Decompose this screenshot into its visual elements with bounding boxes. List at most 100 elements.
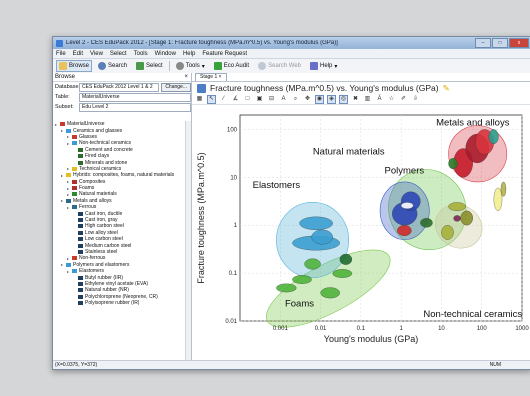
pointer-icon[interactable]: ↖ <box>207 94 216 104</box>
font-icon[interactable]: Ä <box>375 95 384 104</box>
tree-node[interactable]: ▸ Hybrids: composites, foams, natural mat… <box>53 172 185 178</box>
expand-arrow-icon[interactable]: ▸ <box>67 256 70 261</box>
menu-window[interactable]: Window <box>155 51 176 57</box>
bar-chart-icon[interactable]: ▥ <box>363 95 372 104</box>
search-web-button[interactable]: Search Web <box>255 60 304 72</box>
table-select[interactable]: MaterialUniverse <box>79 92 191 102</box>
eco-audit-label: Eco Audit <box>223 63 250 69</box>
material-bubble <box>441 225 454 240</box>
material-bubble <box>299 216 333 231</box>
chart-pane: Stage 1 × Fracture toughness (MPa.m^0.5)… <box>192 73 530 361</box>
folder-icon <box>78 250 83 254</box>
expand-arrow-icon[interactable]: ▸ <box>61 198 64 203</box>
menu-help[interactable]: Help <box>183 51 195 57</box>
expand-arrow-icon[interactable]: ▸ <box>67 205 70 210</box>
subset-label: Subset: <box>55 104 74 110</box>
folder-icon <box>72 256 77 261</box>
browse-pane-header: Browse × <box>53 73 191 82</box>
chevron-down-icon: ▾ <box>334 63 338 70</box>
expand-arrow-icon[interactable]: ▸ <box>67 186 70 191</box>
close-icon[interactable]: × <box>219 74 222 80</box>
tree-node-label: Polyisoprene rubber (IR) <box>85 300 140 307</box>
menu-view[interactable]: View <box>90 51 103 57</box>
material-bubble <box>460 210 473 226</box>
bubble-icon[interactable]: ▣ <box>255 95 264 104</box>
expand-arrow-icon[interactable]: ▸ <box>67 179 70 184</box>
select-icon <box>136 62 145 70</box>
ashby-chart[interactable]: 0.001 0.01 0.1 1 10 100 1000 100 10 1 0.1 0.01 Young… <box>192 105 530 361</box>
cross-icon[interactable]: ✖ <box>351 95 360 104</box>
envelope-icon[interactable]: ⊟ <box>267 95 276 104</box>
menu-tools[interactable]: Tools <box>134 51 148 57</box>
eye-icon[interactable]: ◎ <box>339 94 348 104</box>
expand-arrow-icon[interactable]: ▸ <box>67 141 70 146</box>
close-button[interactable]: x <box>509 38 529 48</box>
minimize-button[interactable]: – <box>475 38 491 48</box>
grid-icon[interactable]: ▦ <box>195 95 204 104</box>
edit-pencil-icon[interactable]: ✎ <box>443 83 450 94</box>
search-button[interactable]: Search <box>95 60 130 72</box>
folder-icon <box>78 160 83 165</box>
line-icon[interactable]: ⁄ <box>219 95 228 104</box>
menu-edit[interactable]: Edit <box>73 51 83 57</box>
material-bubble <box>400 202 414 209</box>
select-button[interactable]: Select <box>133 60 166 72</box>
star-icon[interactable]: ☆ <box>387 95 396 104</box>
material-tree: ▸ MaterialUniverse ▸ Ceramics and glasses ▸ G… <box>53 121 185 361</box>
tree-node-label: Fired clays <box>85 153 110 160</box>
expand-arrow-icon[interactable]: ▸ <box>67 192 70 197</box>
expand-arrow-icon[interactable]: ▸ <box>61 128 64 133</box>
highlight-icon[interactable]: ◉ <box>315 94 324 104</box>
tab-label: Stage 1 <box>200 74 218 80</box>
help-button[interactable]: Help ▾ <box>307 60 340 72</box>
brush-icon[interactable]: ✐ <box>399 95 408 104</box>
expand-arrow-icon[interactable]: ▸ <box>55 122 58 127</box>
pan-icon[interactable]: ✥ <box>303 95 312 104</box>
menu-select[interactable]: Select <box>110 51 127 57</box>
expand-arrow-icon[interactable]: ▸ <box>67 269 70 274</box>
expand-arrow-icon[interactable]: ▸ <box>61 262 64 267</box>
expand-arrow-icon[interactable]: ▸ <box>61 173 64 178</box>
close-icon[interactable]: × <box>184 74 188 80</box>
material-bubble <box>320 287 340 299</box>
subset-select[interactable]: Edu Level 2 <box>79 102 191 112</box>
chart-title-row: Fracture toughness (MPa.m^0.5) vs. Young… <box>192 82 530 94</box>
gear-icon <box>175 62 184 70</box>
tree-node-label: Glasses <box>79 133 98 140</box>
tab-stage-1[interactable]: Stage 1 × <box>195 73 227 81</box>
eco-audit-button[interactable]: Eco Audit <box>211 60 252 72</box>
title-bar: Level 2 - CES EduPack 2012 - [Stage 1: F… <box>53 37 530 49</box>
tree-scrollbar[interactable] <box>185 121 191 361</box>
annotation-label: Metals and alloys <box>436 118 510 129</box>
help-label: Help <box>320 63 333 69</box>
tree-node-label: High carbon steel <box>85 223 124 230</box>
material-bubble <box>292 275 312 284</box>
tree-node[interactable]: Polyisoprene rubber (IR) <box>53 300 185 306</box>
expand-arrow-icon[interactable]: ▸ <box>67 166 70 171</box>
folder-icon <box>78 288 83 293</box>
chart-toolbar: ▦ ↖ ⁄ ∡ □ ▣ ⊟ A ⌕ ✥ ◉ ◈ ◎ ✖ ▥ Ä ☆ ✐ ⇩ <box>192 94 530 105</box>
tag-icon[interactable]: ◈ <box>327 94 336 104</box>
menu-file[interactable]: File <box>56 51 66 57</box>
tools-button[interactable]: Tools ▾ <box>173 60 208 72</box>
export-icon[interactable]: ⇩ <box>411 95 420 104</box>
select-label: Select <box>146 63 163 69</box>
folder-icon <box>78 281 83 286</box>
browse-button[interactable]: Browse <box>56 60 93 72</box>
tree-node-label: Polychloroprene (Neoprene, CR) <box>85 293 158 300</box>
browse-pane-title: Browse <box>55 74 76 80</box>
text-icon[interactable]: A <box>279 95 288 104</box>
maximize-button[interactable]: □ <box>492 38 508 48</box>
box-icon[interactable]: □ <box>243 95 252 104</box>
app-window: Level 2 - CES EduPack 2012 - [Stage 1: F… <box>52 36 530 370</box>
zoom-icon[interactable]: ⌕ <box>291 95 300 104</box>
gradient-icon[interactable]: ∡ <box>231 95 240 104</box>
menu-feature-request[interactable]: Feature Request <box>202 51 247 57</box>
tree-node-label: Ethylene vinyl acetate (EVA) <box>85 280 148 287</box>
tree-node-label: Cast iron, ductile <box>85 210 123 217</box>
y-tick-label: 0.1 <box>229 271 238 277</box>
material-bubble <box>448 158 458 170</box>
toolbar-divider <box>168 61 170 71</box>
change-database-button[interactable]: Change... <box>161 82 191 92</box>
expand-arrow-icon[interactable]: ▸ <box>67 134 70 139</box>
